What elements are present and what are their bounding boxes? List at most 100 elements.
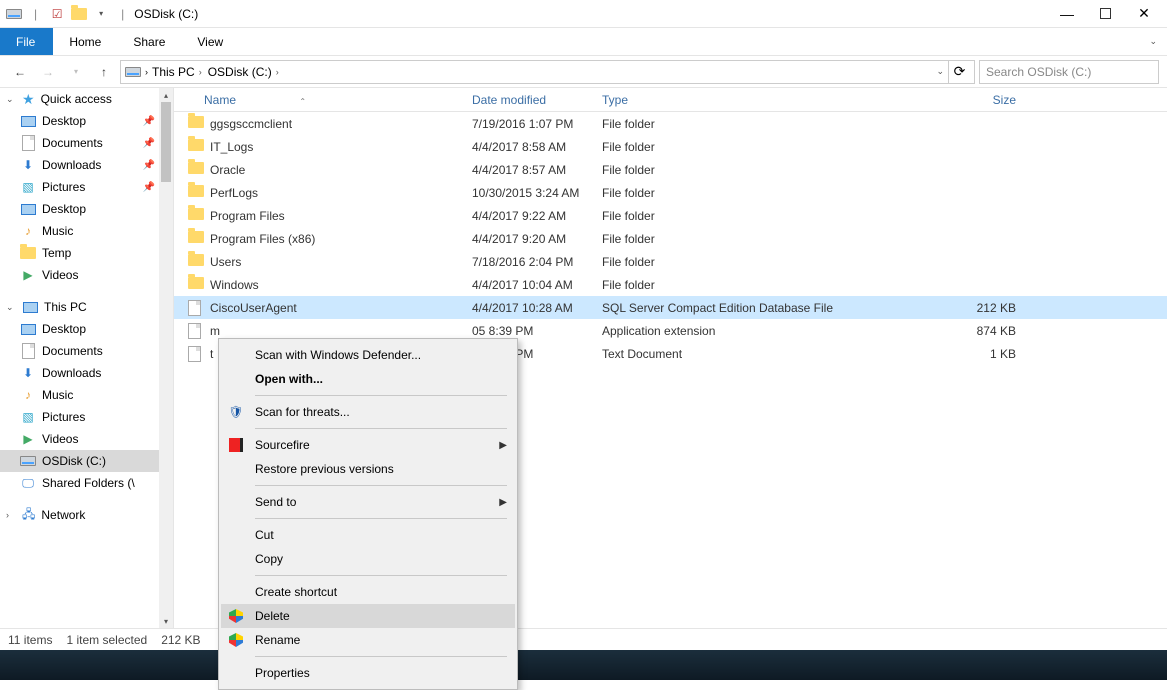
nav-scrollbar[interactable]: ▴ ▾ <box>159 88 173 628</box>
ctx-scan-defender[interactable]: Scan with Windows Defender... <box>221 343 515 367</box>
ctx-scan-threats[interactable]: 🛡Scan for threats... <box>221 400 515 424</box>
nav-quick-item[interactable]: Temp <box>0 242 173 264</box>
address-dropdown-icon[interactable]: ⌄ <box>936 66 944 77</box>
nav-pc-item[interactable]: ▧Pictures <box>0 406 173 428</box>
ribbon-expand-icon[interactable]: ⌄ <box>1139 36 1167 47</box>
chevron-down-icon[interactable]: ⌄ <box>6 302 16 313</box>
nav-pc-item[interactable]: ♪Music <box>0 384 173 406</box>
nav-item-label: OSDisk (C:) <box>42 454 106 468</box>
nav-network[interactable]: › 🖧 Network <box>0 504 173 526</box>
col-date[interactable]: Date modified <box>464 93 594 107</box>
nav-pc-item[interactable]: Desktop <box>0 318 173 340</box>
file-row[interactable]: Program Files (x86) 4/4/2017 9:20 AM Fil… <box>174 227 1167 250</box>
file-row[interactable]: PerfLogs 10/30/2015 3:24 AM File folder <box>174 181 1167 204</box>
file-date: 4/4/2017 10:04 AM <box>464 278 594 292</box>
scroll-up-icon[interactable]: ▴ <box>159 88 173 102</box>
tab-share[interactable]: Share <box>117 28 181 55</box>
ctx-create-shortcut[interactable]: Create shortcut <box>221 580 515 604</box>
file-row[interactable]: Program Files 4/4/2017 9:22 AM File fold… <box>174 204 1167 227</box>
column-headers[interactable]: Name ⌃ Date modified Type Size <box>174 88 1167 112</box>
nav-quick-access[interactable]: ⌄ ★ Quick access <box>0 88 173 110</box>
maximize-button[interactable] <box>1100 8 1111 19</box>
file-row[interactable]: Windows 4/4/2017 10:04 AM File folder <box>174 273 1167 296</box>
ctx-cut[interactable]: Cut <box>221 523 515 547</box>
ctx-properties[interactable]: Properties <box>221 661 515 685</box>
file-row[interactable]: Oracle 4/4/2017 8:57 AM File folder <box>174 158 1167 181</box>
tab-view[interactable]: View <box>181 28 239 55</box>
nav-pc-item[interactable]: ⬇Downloads <box>0 362 173 384</box>
item-icon <box>20 453 36 469</box>
nav-quick-item[interactable]: ♪Music <box>0 220 173 242</box>
breadcrumb-current[interactable]: OSDisk (C:)› <box>208 65 281 79</box>
ctx-rename[interactable]: Rename <box>221 628 515 652</box>
tab-file[interactable]: File <box>0 28 53 55</box>
col-type[interactable]: Type <box>594 93 944 107</box>
nav-quick-item[interactable]: Documents📌 <box>0 132 173 154</box>
refresh-button[interactable]: ⟳ <box>948 61 970 83</box>
chevron-right-icon[interactable]: › <box>6 510 16 520</box>
file-row[interactable]: Users 7/18/2016 2:04 PM File folder <box>174 250 1167 273</box>
ctx-open-with[interactable]: Open with... <box>221 367 515 391</box>
back-button[interactable]: ← <box>8 60 32 84</box>
nav-quick-item[interactable]: ⬇Downloads📌 <box>0 154 173 176</box>
tab-home[interactable]: Home <box>53 28 117 55</box>
nav-pc-item[interactable]: Documents <box>0 340 173 362</box>
ctx-restore-versions[interactable]: Restore previous versions <box>221 457 515 481</box>
computer-icon <box>22 299 38 315</box>
file-date: 4/4/2017 8:57 AM <box>464 163 594 177</box>
status-selected-size: 212 KB <box>161 633 200 647</box>
ctx-sourcefire[interactable]: Sourcefire▶ <box>221 433 515 457</box>
qat-dropdown-icon[interactable]: ▾ <box>93 6 109 22</box>
folder-icon <box>188 139 204 155</box>
scroll-down-icon[interactable]: ▾ <box>159 614 173 628</box>
ctx-separator <box>255 656 507 657</box>
qat-properties-icon[interactable]: ☑ <box>49 6 65 22</box>
address-bar[interactable]: › This PC› OSDisk (C:)› ⌄ ⟳ <box>120 60 975 84</box>
qat-newfolder-icon[interactable] <box>71 6 87 22</box>
nav-quick-item[interactable]: ▶Videos <box>0 264 173 286</box>
file-row[interactable]: CiscoUserAgent 4/4/2017 10:28 AM SQL Ser… <box>174 296 1167 319</box>
nav-quick-item[interactable]: ▧Pictures📌 <box>0 176 173 198</box>
chevron-down-icon[interactable]: ⌄ <box>6 94 16 105</box>
file-type: File folder <box>594 140 944 154</box>
col-size[interactable]: Size <box>944 93 1024 107</box>
file-type: File folder <box>594 209 944 223</box>
nav-pc-item[interactable]: OSDisk (C:) <box>0 450 173 472</box>
file-row[interactable]: IT_Logs 4/4/2017 8:58 AM File folder <box>174 135 1167 158</box>
search-input[interactable]: Search OSDisk (C:) <box>979 60 1159 84</box>
close-button[interactable]: ✕ <box>1135 5 1153 23</box>
ctx-delete[interactable]: Delete <box>221 604 515 628</box>
file-row[interactable]: ggsgsccmclient 7/19/2016 1:07 PM File fo… <box>174 112 1167 135</box>
recent-dropdown[interactable]: ▾ <box>64 60 88 84</box>
nav-item-label: Desktop <box>42 202 86 216</box>
nav-pc-item[interactable]: 🖵Shared Folders (\ <box>0 472 173 494</box>
file-date: 10/30/2015 3:24 AM <box>464 186 594 200</box>
breadcrumb-chevron-icon[interactable]: › <box>145 67 148 77</box>
uac-shield-icon <box>227 607 245 625</box>
folder-icon <box>188 185 204 201</box>
file-type: File folder <box>594 278 944 292</box>
up-button[interactable]: ↑ <box>92 60 116 84</box>
ctx-send-to[interactable]: Send to▶ <box>221 490 515 514</box>
file-name: ggsgsccmclient <box>210 117 292 131</box>
app-icon <box>6 6 22 22</box>
nav-quick-item[interactable]: Desktop📌 <box>0 110 173 132</box>
col-name[interactable]: Name ⌃ <box>174 93 464 107</box>
ctx-copy[interactable]: Copy <box>221 547 515 571</box>
context-menu: Scan with Windows Defender... Open with.… <box>218 338 518 690</box>
shield-icon: 🛡 <box>227 403 245 421</box>
nav-quick-item[interactable]: Desktop <box>0 198 173 220</box>
item-icon <box>20 113 36 129</box>
scroll-thumb[interactable] <box>161 102 171 182</box>
folder-icon <box>188 162 204 178</box>
breadcrumb-thispc[interactable]: This PC› <box>152 65 204 79</box>
nav-item-label: Temp <box>42 246 71 260</box>
nav-item-label: Downloads <box>42 366 101 380</box>
nav-item-label: Desktop <box>42 322 86 336</box>
minimize-button[interactable]: — <box>1058 5 1076 23</box>
pin-icon: 📌 <box>143 182 155 193</box>
item-icon: ▶ <box>20 267 36 283</box>
nav-this-pc[interactable]: ⌄ This PC <box>0 296 173 318</box>
nav-pc-item[interactable]: ▶Videos <box>0 428 173 450</box>
file-icon <box>188 323 204 339</box>
